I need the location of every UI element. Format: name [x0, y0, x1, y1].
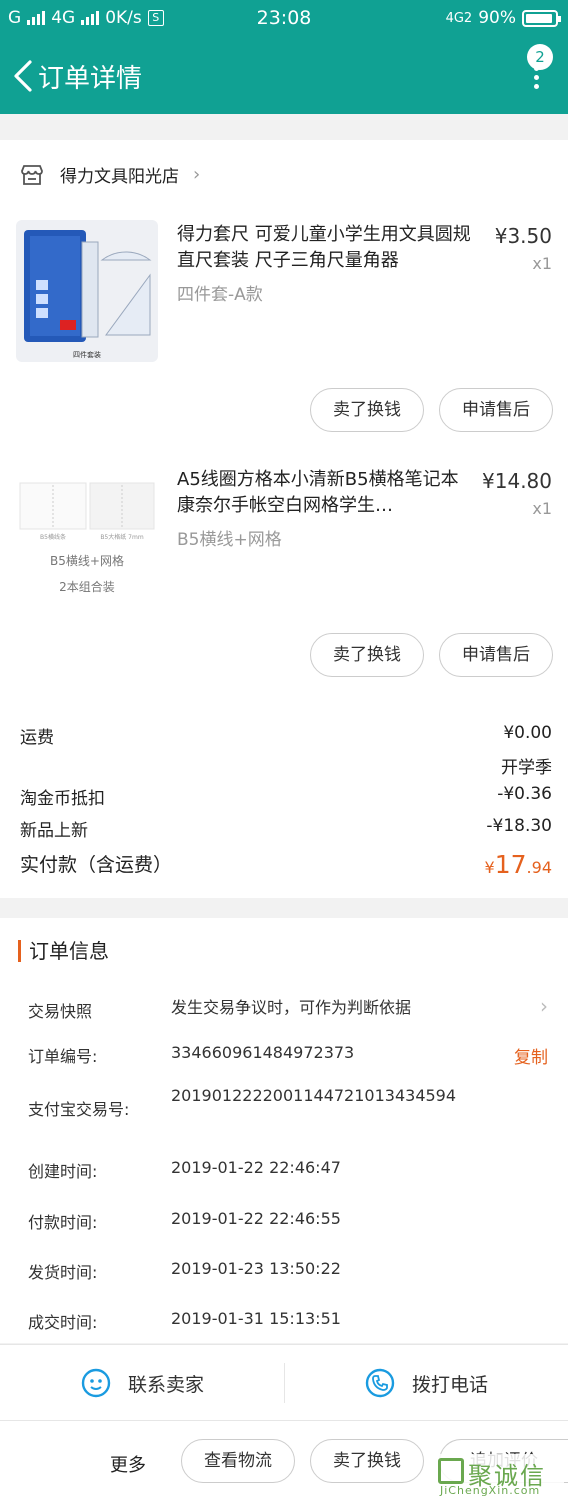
shop-name: 得力文具阳光店 — [60, 167, 179, 187]
item-1-price: ¥3.50 — [494, 224, 552, 248]
item-1-after-sale-button[interactable]: 申请售后 — [439, 388, 553, 432]
item-1-sku: 四件套-A款 — [177, 285, 263, 305]
thumb-small-label-2: B5大格纸 7mm — [100, 533, 144, 541]
view-logistics-button[interactable]: 查看物流 — [181, 1439, 295, 1483]
item-2-price: ¥14.80 — [482, 469, 552, 493]
item-1-title[interactable]: 得力套尺 可爱儿童小学生用文具圆规直尺套装 尺子三角尺量角器 — [177, 222, 472, 274]
contact-bar: 联系卖家 拨打电话 — [0, 1344, 568, 1420]
watermark-site: JiChengXin.com — [440, 1484, 541, 1497]
order-info-card: 订单信息 交易快照 发生交易争议时，可作为判断依据 › 订单编号: 334660… — [0, 918, 568, 1343]
shipped-label: 发货时间: — [28, 1263, 98, 1282]
alipay-value: 2019012222001144721013434594 — [171, 1086, 457, 1105]
completed-label: 成交时间: — [28, 1313, 98, 1332]
battery-percent: 90% — [478, 8, 516, 28]
promo-label: 开学季 — [501, 758, 552, 778]
back-button[interactable] — [10, 58, 40, 94]
sell-button[interactable]: 卖了换钱 — [310, 1439, 424, 1483]
snapshot-value: 发生交易争议时，可作为判断依据 — [171, 998, 412, 1017]
shipping-label: 运费 — [20, 728, 54, 748]
shipping-value: ¥0.00 — [503, 723, 552, 743]
item-1-qty: x1 — [532, 254, 552, 273]
total-label: 实付款（含运费） — [20, 854, 173, 876]
thumb-caption: 四件套装 — [73, 350, 101, 359]
coin-label: 淘金币抵扣 — [20, 789, 105, 809]
battery-icon — [522, 9, 561, 27]
thumb-label-1: B5横线+网格 — [50, 553, 124, 568]
call-phone-label: 拨打电话 — [411, 1373, 488, 1396]
message-badge: 2 — [527, 44, 553, 70]
more-actions-button[interactable]: 更多 — [110, 1451, 146, 1477]
fees-card: 运费 ¥0.00 开学季 淘金币抵扣 -¥0.36 新品上新 -¥18.30 实… — [0, 695, 568, 898]
order-number-label: 订单编号: — [28, 1047, 98, 1066]
coin-row: 淘金币抵扣 -¥0.36 — [20, 784, 552, 809]
phone-icon — [365, 1368, 395, 1398]
shipping-row: 运费 ¥0.00 — [20, 723, 552, 748]
copy-button[interactable]: 复制 — [514, 1043, 548, 1068]
back-arrow-icon — [14, 60, 32, 92]
call-phone-button[interactable]: 拨打电话 — [284, 1345, 568, 1421]
page-title: 订单详情 — [38, 64, 143, 94]
item-2-thumbnail[interactable]: B5横线条 B5大格纸 7mm B5横线+网格 2本组合装 — [16, 465, 158, 607]
watermark-logo-icon — [438, 1458, 464, 1484]
new-discount-label: 新品上新 — [20, 821, 88, 841]
thumb-small-label-1: B5横线条 — [40, 533, 66, 541]
order-items-card: 得力文具阳光店 › 四件套装 得力套尺 可爱儿童小学生用文具圆规直尺套装 尺子三… — [0, 140, 568, 695]
app-header: 订单详情 2 — [0, 36, 568, 114]
shipped-value: 2019-01-23 13:50:22 — [171, 1259, 341, 1278]
order-number-value: 334660961484972373 — [171, 1043, 355, 1062]
watermark: 聚诚信 JiChengXin.com — [434, 1454, 564, 1498]
network-right-label: 4G2 — [445, 10, 473, 26]
snapshot-label: 交易快照 — [28, 1002, 93, 1021]
chevron-right-icon: › — [193, 164, 201, 185]
more-menu-button[interactable] — [532, 66, 540, 100]
item-2-sku: B5横线+网格 — [177, 530, 282, 550]
new-discount-value: -¥18.30 — [486, 816, 552, 836]
item-1-thumbnail[interactable]: 四件套装 — [16, 220, 158, 362]
notebook-image: B5横线条 B5大格纸 7mm B5横线+网格 2本组合装 — [19, 482, 155, 594]
paid-label: 付款时间: — [28, 1213, 98, 1232]
alipay-label: 支付宝交易号: — [28, 1100, 130, 1119]
total-value: ¥17.94 — [485, 850, 552, 879]
total-decimal: .94 — [526, 858, 552, 877]
item-1-sell-button[interactable]: 卖了换钱 — [310, 388, 424, 432]
chevron-right-icon: › — [540, 994, 548, 1018]
item-2-after-sale-button[interactable]: 申请售后 — [439, 633, 553, 677]
item-2-qty: x1 — [532, 499, 552, 518]
ruler-set-image: 四件套装 — [24, 230, 152, 359]
thumb-label-2: 2本组合装 — [59, 579, 115, 594]
shop-header[interactable]: 得力文具阳光店 › — [20, 162, 200, 187]
contact-seller-button[interactable]: 联系卖家 — [0, 1345, 284, 1421]
item-2-title[interactable]: A5线圈方格本小清新B5横格笔记本康奈尔手帐空白网格学生… — [177, 467, 467, 519]
new-discount-row: 新品上新 -¥18.30 — [20, 816, 552, 841]
created-label: 创建时间: — [28, 1162, 98, 1181]
status-bar: G 4G 0K/s S 23:08 4G2 90% — [0, 0, 568, 36]
contact-seller-label: 联系卖家 — [127, 1373, 204, 1396]
paid-value: 2019-01-22 22:46:55 — [171, 1209, 341, 1228]
item-2-title-text: A5线圈方格本小清新B5横格笔记本康奈尔手帐空白网格学生… — [177, 469, 459, 516]
created-value: 2019-01-22 22:46:47 — [171, 1158, 341, 1177]
total-currency: ¥ — [484, 858, 495, 877]
total-integer: 17 — [494, 850, 527, 879]
order-info-title: 订单信息 — [18, 940, 109, 962]
total-row: 实付款（含运费） ¥17.94 — [20, 850, 552, 879]
chat-face-icon — [81, 1368, 111, 1398]
completed-value: 2019-01-31 15:13:51 — [171, 1309, 341, 1328]
shop-icon — [21, 164, 43, 185]
item-2-sell-button[interactable]: 卖了换钱 — [310, 633, 424, 677]
coin-value: -¥0.36 — [497, 784, 552, 804]
